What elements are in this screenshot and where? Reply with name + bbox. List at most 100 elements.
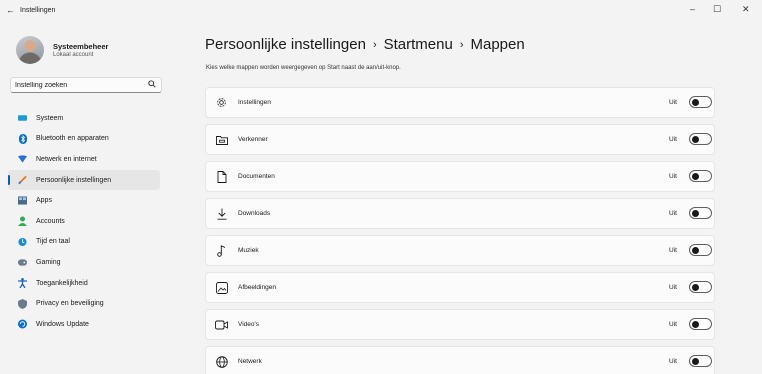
folder-row-documenten: Documenten Uit	[205, 161, 715, 192]
toggle-state-label: Uit	[669, 136, 677, 143]
chevron-right-icon: ›	[459, 39, 464, 51]
search-box[interactable]	[10, 77, 162, 93]
folder-label: Instellingen	[238, 99, 271, 106]
chevron-right-icon: ›	[372, 39, 377, 51]
sidebar-item-privacy[interactable]: Privacy en beveiliging	[8, 293, 160, 314]
toggle-state-label: Uit	[669, 321, 677, 328]
windows-update-icon	[18, 319, 27, 329]
gaming-icon	[18, 258, 27, 267]
video-icon	[215, 318, 228, 331]
sidebar-item-gaming[interactable]: Gaming	[8, 252, 160, 273]
privacy-shield-icon	[18, 298, 27, 309]
sidebar-item-accounts[interactable]: Accounts	[8, 211, 160, 232]
app-title: Instellingen	[20, 7, 56, 14]
page-title: Mappen	[470, 36, 525, 53]
sidebar-item-label: Privacy en beveiliging	[36, 300, 104, 308]
toggle-knob	[692, 136, 699, 143]
folder-label: Netwerk	[238, 358, 262, 365]
sidebar-item-label: Accounts	[36, 217, 65, 225]
toggle-knob	[692, 358, 699, 365]
file-explorer-icon	[215, 133, 228, 146]
toggle-switch-instellingen[interactable]	[689, 96, 712, 108]
sidebar-item-label: Windows Update	[36, 320, 89, 328]
toggle-switch-documenten[interactable]	[689, 170, 712, 182]
download-icon	[215, 207, 228, 220]
toggle-switch-verkenner[interactable]	[689, 133, 712, 145]
sidebar-item-label: Toegankelijkheid	[36, 279, 88, 287]
toggle-state-label: Uit	[669, 210, 677, 217]
folder-label: Muziek	[238, 247, 259, 254]
breadcrumb: Persoonlijke instellingen › Startmenu › Mapp…	[205, 36, 525, 53]
toggle-switch-afbeeldingen[interactable]	[689, 281, 712, 293]
toggle-state-label: Uit	[669, 173, 677, 180]
apps-icon	[18, 196, 27, 205]
toggle-state-label: Uit	[669, 247, 677, 254]
toggle-state-label: Uit	[669, 99, 677, 106]
time-language-icon	[18, 237, 27, 246]
sidebar-item-label: Gaming	[36, 258, 61, 266]
toggle-knob	[692, 321, 699, 328]
page-description: Kies welke mappen worden weergegeven op …	[206, 65, 401, 71]
avatar	[16, 36, 44, 64]
toggle-knob	[692, 210, 699, 217]
user-name: Systeembeheer	[53, 42, 109, 51]
sidebar-item-label: Persoonlijke instellingen	[36, 176, 112, 184]
minimize-button[interactable]: –	[690, 4, 695, 14]
search-icon[interactable]	[148, 80, 156, 90]
network-icon	[18, 155, 27, 164]
folder-label: Downloads	[238, 210, 271, 217]
sidebar-item-label: Tijd en taal	[36, 238, 70, 246]
sidebar-item-systeem[interactable]: Systeem	[8, 108, 160, 129]
folder-row-netwerk: Netwerk Uit	[205, 346, 715, 374]
search-input[interactable]	[15, 79, 140, 91]
toggle-knob	[692, 99, 699, 106]
accessibility-icon	[18, 278, 27, 289]
system-icon	[18, 114, 27, 123]
toggle-switch-netwerk[interactable]	[689, 355, 712, 367]
toggle-knob	[692, 173, 699, 180]
sidebar-item-label: Apps	[36, 197, 52, 205]
user-profile[interactable]: Systeembeheer Lokaal account	[16, 36, 166, 68]
folder-label: Verkenner	[238, 136, 268, 143]
breadcrumb-startmenu[interactable]: Startmenu	[384, 36, 453, 53]
accounts-icon	[18, 216, 27, 227]
toggle-knob	[692, 284, 699, 291]
toggle-state-label: Uit	[669, 284, 677, 291]
sidebar: Systeembeheer Lokaal account Systeem Blu…	[0, 22, 168, 374]
sidebar-item-label: Systeem	[36, 114, 64, 122]
folder-row-instellingen: Instellingen Uit	[205, 87, 715, 118]
settings-gear-icon	[215, 96, 228, 109]
back-button[interactable]: ←	[6, 5, 15, 15]
folder-label: Video's	[238, 321, 259, 328]
folder-label: Documenten	[238, 173, 275, 180]
sidebar-item-apps[interactable]: Apps	[8, 190, 160, 211]
sidebar-nav: Systeem Bluetooth en apparaten Netwerk e…	[8, 108, 160, 335]
sidebar-item-windows-update[interactable]: Windows Update	[8, 314, 160, 335]
sidebar-item-label: Bluetooth en apparaten	[36, 135, 109, 143]
account-type: Lokaal account	[53, 52, 94, 58]
maximize-button[interactable]: ☐	[713, 4, 721, 15]
title-bar: ← Instellingen – ☐ ✕	[0, 0, 762, 22]
toggle-switch-downloads[interactable]	[689, 207, 712, 219]
folder-label: Afbeeldingen	[238, 284, 276, 291]
sidebar-item-label: Netwerk en internet	[36, 155, 97, 163]
sidebar-item-netwerk[interactable]: Netwerk en internet	[8, 149, 160, 170]
toggle-switch-videos[interactable]	[689, 318, 712, 330]
sidebar-item-toegankelijkheid[interactable]: Toegankelijkheid	[8, 273, 160, 294]
breadcrumb-persoonlijke-instellingen[interactable]: Persoonlijke instellingen	[205, 36, 366, 53]
toggle-switch-muziek[interactable]	[689, 244, 712, 256]
personalization-icon	[18, 175, 27, 185]
document-icon	[215, 170, 228, 183]
folder-list: Instellingen Uit Verkenner Uit Documente…	[205, 87, 715, 374]
sidebar-item-persoonlijke-instellingen[interactable]: Persoonlijke instellingen	[8, 169, 160, 191]
main-content: Persoonlijke instellingen › Startmenu › Mapp…	[196, 22, 762, 374]
pictures-icon	[215, 281, 228, 294]
folder-row-videos: Video's Uit	[205, 309, 715, 340]
sidebar-item-tijd-en-taal[interactable]: Tijd en taal	[8, 232, 160, 253]
network-globe-icon	[215, 355, 228, 368]
music-icon	[215, 244, 228, 257]
close-button[interactable]: ✕	[742, 4, 750, 15]
toggle-state-label: Uit	[669, 358, 677, 365]
sidebar-item-bluetooth[interactable]: Bluetooth en apparaten	[8, 129, 160, 150]
folder-row-verkenner: Verkenner Uit	[205, 124, 715, 155]
